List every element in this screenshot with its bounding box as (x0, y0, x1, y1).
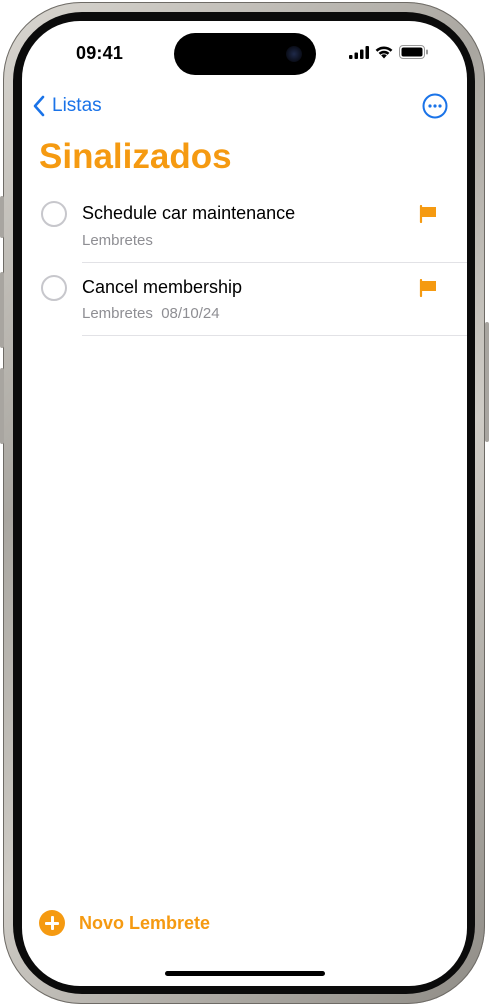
reminder-item: Schedule car maintenance Lembretes (22, 201, 467, 263)
reminder-checkbox[interactable] (41, 201, 67, 227)
separator (82, 335, 467, 336)
status-icons (349, 43, 429, 61)
home-indicator[interactable] (165, 971, 325, 976)
back-button[interactable]: Listas (32, 91, 102, 121)
separator (82, 262, 467, 263)
ellipsis-circle-icon[interactable] (422, 93, 448, 119)
camera-icon (286, 46, 302, 62)
dynamic-island (174, 33, 316, 75)
volume-up-button (0, 272, 4, 348)
volume-down-button (0, 368, 4, 444)
navigation-bar: Listas (22, 91, 467, 121)
wifi-icon (375, 45, 393, 58)
new-reminder-label: Novo Lembrete (79, 912, 211, 933)
chevron-left-icon (33, 95, 45, 117)
reminder-list-label: Lembretes (82, 232, 153, 249)
flag-icon[interactable] (419, 205, 437, 223)
reminder-list-label: Lembretes 08/10/24 (82, 305, 220, 322)
action-button (0, 196, 4, 238)
screen: 09:41 Listas Sinalizados Schedule car ma… (22, 21, 467, 986)
power-button (485, 322, 489, 442)
battery-icon (399, 45, 428, 59)
reminder-title[interactable]: Schedule car maintenance (82, 203, 295, 224)
reminder-title[interactable]: Cancel membership (82, 277, 242, 298)
reminder-item: Cancel membership Lembretes 08/10/24 (22, 275, 467, 337)
plus-circle-icon (39, 910, 65, 936)
back-label: Listas (52, 95, 102, 116)
signal-icon (349, 45, 369, 59)
new-reminder-button[interactable]: Novo Lembrete (39, 910, 210, 936)
flag-icon[interactable] (419, 279, 437, 297)
page-title: Sinalizados (39, 137, 232, 176)
status-time: 09:41 (76, 43, 124, 63)
reminder-checkbox[interactable] (41, 275, 67, 301)
